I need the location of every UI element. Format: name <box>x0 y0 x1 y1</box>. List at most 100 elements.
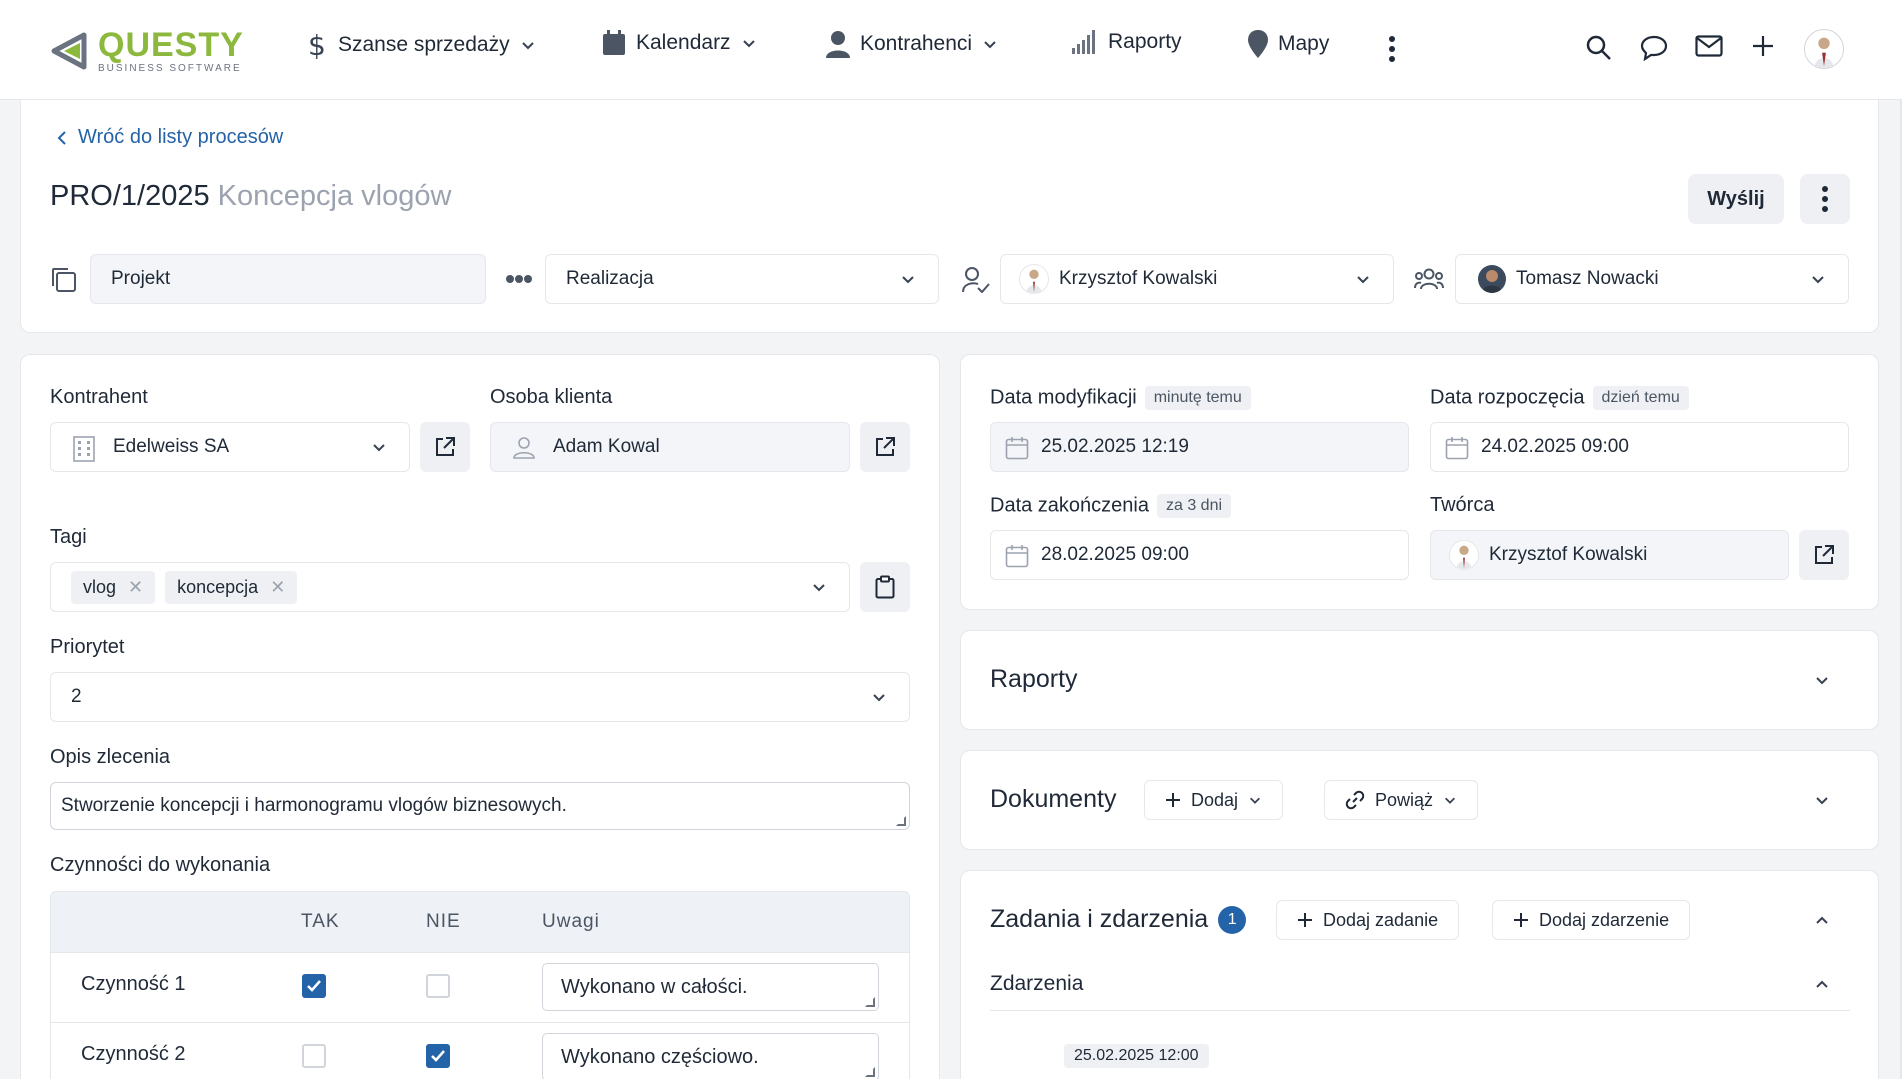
nav-label: Kontrahenci <box>860 32 973 55</box>
priority-label: Priorytet <box>50 636 125 658</box>
resize-handle[interactable] <box>896 816 906 826</box>
nav-maps[interactable]: Mapy <box>1248 30 1329 58</box>
more-menu-button[interactable] <box>1388 36 1396 67</box>
activity-yes-checkbox[interactable] <box>302 1044 326 1068</box>
process-participant-select[interactable]: Tomasz Nowacki <box>1455 254 1849 304</box>
building-icon <box>73 436 95 462</box>
description-textarea[interactable]: Stworzenie koncepcji i harmonogramu vlog… <box>50 782 910 830</box>
description-value: Stworzenie koncepcji i harmonogramu vlog… <box>61 795 567 816</box>
nav-sales-opportunities[interactable]: $ Szanse sprzedaży <box>306 30 536 60</box>
send-button[interactable]: Wyślij <box>1688 174 1784 224</box>
nav-contractors[interactable]: Kontrahenci <box>826 30 998 58</box>
chevron-down-icon[interactable] <box>1814 792 1830 808</box>
process-stage-select[interactable]: Realizacja <box>545 254 939 304</box>
chevron-down-icon <box>742 40 755 48</box>
more-vertical-icon <box>1389 36 1395 62</box>
copy-icon <box>52 268 76 292</box>
creator-avatar <box>1449 540 1479 570</box>
process-type-field[interactable]: Projekt <box>90 254 486 304</box>
end-date-input[interactable]: 28.02.2025 09:00 <box>990 530 1409 580</box>
add-event-button[interactable]: Dodaj zdarzenie <box>1492 900 1691 940</box>
chevron-down-icon <box>984 41 996 49</box>
activity-no-checkbox[interactable] <box>426 974 450 998</box>
documents-title: Dokumenty <box>990 785 1117 813</box>
user-avatar[interactable] <box>1804 29 1844 69</box>
end-date-label: Data zakończenia za 3 dni <box>990 494 1232 518</box>
end-relative-badge: za 3 dni <box>1156 494 1232 518</box>
activity-no-checkbox[interactable] <box>426 1044 450 1068</box>
modified-date-label: Data modyfikacji minutę temu <box>990 386 1251 410</box>
add-button[interactable] <box>1752 35 1774 62</box>
questy-logo[interactable]: QUESTY BUSINESS SOFTWARE <box>48 28 244 74</box>
resize-handle[interactable] <box>865 997 875 1007</box>
back-to-process-list-link[interactable]: Wróć do listy procesów <box>56 126 283 149</box>
end-date-value: 28.02.2025 09:00 <box>1041 544 1189 565</box>
remove-tag-icon[interactable]: ✕ <box>270 577 285 598</box>
end-date-label-text: Data zakończenia <box>990 494 1149 517</box>
open-creator-button[interactable] <box>1799 530 1849 580</box>
contractor-select[interactable]: Edelweiss SA <box>50 422 410 472</box>
search-button[interactable] <box>1586 35 1612 66</box>
nav-label: Raporty <box>1108 30 1182 53</box>
events-divider <box>990 1010 1850 1011</box>
modified-date-label-text: Data modyfikacji <box>990 386 1137 409</box>
open-contractor-button[interactable] <box>420 422 470 472</box>
column-header-no: NIE <box>426 911 461 932</box>
nav-reports[interactable]: Raporty <box>1072 30 1182 54</box>
paste-tags-button[interactable] <box>860 562 910 612</box>
add-task-label: Dodaj zadanie <box>1323 909 1439 930</box>
header-more-button[interactable] <box>1800 174 1850 224</box>
column-header-yes: TAK <box>301 911 340 932</box>
tags-select[interactable]: vlog ✕ koncepcja ✕ <box>50 562 850 612</box>
tag-label: koncepcja <box>177 576 259 597</box>
participant-avatar-icon <box>1482 270 1502 293</box>
tag-chip: vlog ✕ <box>71 570 156 604</box>
svg-text:$: $ <box>308 30 326 60</box>
contractor-label: Kontrahent <box>50 386 148 408</box>
resize-handle[interactable] <box>865 1067 875 1077</box>
dollar-icon: $ <box>308 30 326 60</box>
chevron-down-icon <box>902 276 914 284</box>
open-client-person-button[interactable] <box>860 422 910 472</box>
back-link-label: Wróć do listy procesów <box>78 126 284 148</box>
top-navbar: QUESTY BUSINESS SOFTWARE $ Szanse sprzed… <box>0 0 1902 100</box>
process-owner-select[interactable]: Krzysztof Kowalski <box>1000 254 1394 304</box>
mail-icon <box>1695 35 1723 57</box>
client-person-field[interactable]: Adam Kowal <box>490 422 850 472</box>
start-relative-badge: dzień temu <box>1592 386 1689 410</box>
start-date-value: 24.02.2025 09:00 <box>1481 436 1629 457</box>
chevron-down-icon <box>1250 797 1261 804</box>
nav-calendar[interactable]: Kalendarz <box>602 30 757 56</box>
chevron-left-icon <box>57 130 66 145</box>
owner-avatar <box>1019 264 1049 294</box>
nav-label: Szanse sprzedaży <box>338 33 510 56</box>
chevron-down-icon[interactable] <box>1814 672 1830 688</box>
calendar-icon <box>603 30 625 55</box>
link-document-button[interactable]: Powiąż <box>1324 780 1479 820</box>
stage-dots-icon <box>506 275 532 283</box>
chevron-up-icon[interactable] <box>1814 912 1830 928</box>
priority-select[interactable]: 2 <box>50 672 910 722</box>
creator-avatar-icon <box>1456 545 1472 569</box>
mail-button[interactable] <box>1695 35 1723 62</box>
activity-note-input[interactable]: Wykonano w całości. <box>542 963 879 1011</box>
client-person-label: Osoba klienta <box>490 386 613 408</box>
calendar-outline-icon <box>1005 437 1029 460</box>
add-document-button[interactable]: Dodaj <box>1144 780 1284 820</box>
add-task-button[interactable]: Dodaj zadanie <box>1276 900 1460 940</box>
activity-note-input[interactable]: Wykonano częściowo. <box>542 1033 879 1079</box>
activity-yes-checkbox[interactable] <box>302 974 326 998</box>
chevron-down-icon <box>873 694 885 702</box>
chevron-up-icon[interactable] <box>1814 976 1830 992</box>
start-date-input[interactable]: 24.02.2025 09:00 <box>1430 422 1849 472</box>
chevron-down-icon <box>1445 797 1456 804</box>
reports-card[interactable] <box>960 630 1879 730</box>
activity-note-value: Wykonano częściowo. <box>561 1045 759 1068</box>
owner-avatar-icon <box>1026 269 1042 293</box>
process-name: Koncepcja vlogów <box>217 180 452 212</box>
activity-name: Czynność 2 <box>81 1043 186 1065</box>
chat-button[interactable] <box>1640 35 1668 66</box>
modified-date-field: 25.02.2025 12:19 <box>990 422 1409 472</box>
remove-tag-icon[interactable]: ✕ <box>128 577 143 598</box>
modified-date-value: 25.02.2025 12:19 <box>1041 436 1189 457</box>
